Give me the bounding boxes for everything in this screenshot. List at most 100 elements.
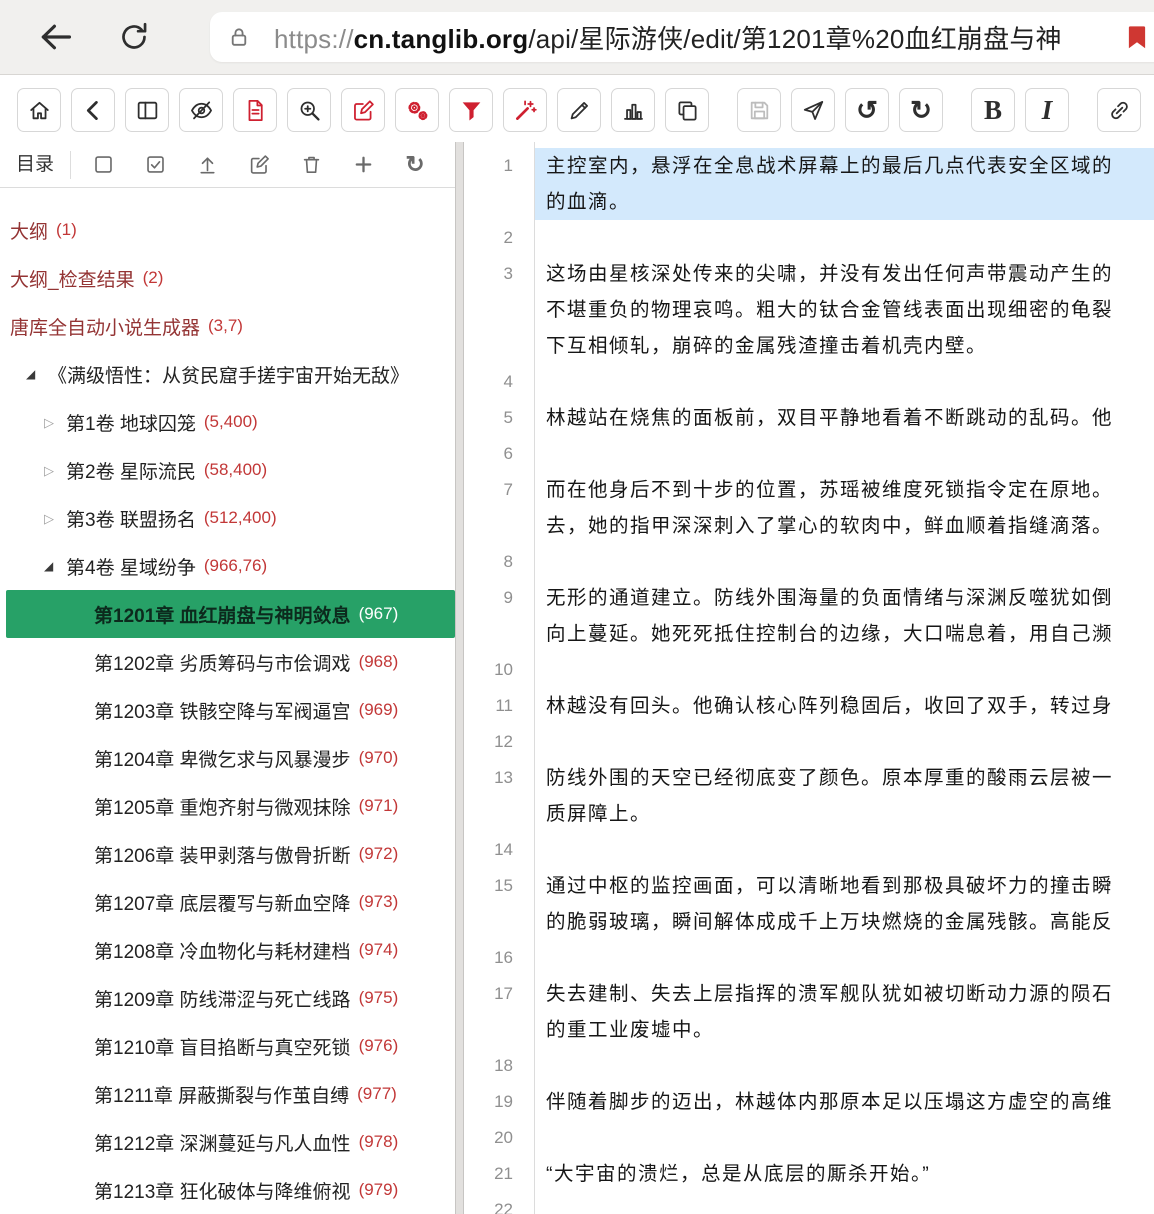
expand-icon[interactable]: ▷ bbox=[44, 464, 66, 477]
redo-button[interactable]: ↻ bbox=[899, 88, 943, 132]
collapse-icon[interactable]: ◢ bbox=[44, 560, 66, 572]
tree-item[interactable]: ▷第1卷 地球囚笼(5,400) bbox=[0, 398, 455, 446]
tree-item-count: (974) bbox=[359, 940, 399, 960]
editor-paragraph[interactable]: 4 bbox=[464, 364, 1154, 400]
editor-paragraph[interactable]: 6 bbox=[464, 436, 1154, 472]
add-button[interactable] bbox=[341, 147, 385, 183]
italic-button[interactable]: I bbox=[1025, 88, 1069, 132]
paragraph-text bbox=[534, 1048, 1154, 1084]
text-line: 防线外围的天空已经彻底变了颜色。原本厚重的酸雨云层被一 bbox=[534, 760, 1154, 796]
editor-paragraph[interactable]: 5林越站在烧焦的面板前，双目平静地看着不断跳动的乱码。他 bbox=[464, 400, 1154, 436]
extension-icon[interactable] bbox=[1122, 22, 1152, 52]
rename-button[interactable] bbox=[237, 147, 281, 183]
editor-paragraph[interactable]: 21“大宇宙的溃烂，总是从底层的厮杀开始。” bbox=[464, 1156, 1154, 1192]
paragraph-text bbox=[534, 652, 1154, 688]
text-line bbox=[534, 832, 1154, 868]
magic-button[interactable] bbox=[503, 88, 547, 132]
undo-button[interactable]: ↺ bbox=[845, 88, 889, 132]
editor-paragraph[interactable]: 10 bbox=[464, 652, 1154, 688]
multi-select-button[interactable] bbox=[133, 147, 177, 183]
home-button[interactable] bbox=[17, 88, 61, 132]
editor-paragraph[interactable]: 15通过中枢的监控画面，可以清晰地看到那极具破坏力的撞击瞬的脆弱玻璃，瞬间解体成… bbox=[464, 868, 1154, 940]
tree-item[interactable]: 第1207章 底层覆写与新血空降(973) bbox=[0, 878, 455, 926]
browser-back-button[interactable] bbox=[34, 15, 78, 59]
refresh-button[interactable]: ↻ bbox=[393, 147, 437, 183]
editor-paragraph[interactable]: 13防线外围的天空已经彻底变了颜色。原本厚重的酸雨云层被一质屏障上。 bbox=[464, 760, 1154, 832]
tree-item[interactable]: 第1211章 屏蔽撕裂与作茧自缚 (977) bbox=[0, 1070, 455, 1118]
settings-button[interactable] bbox=[395, 88, 439, 132]
editor-paragraph[interactable]: 11林越没有回头。他确认核心阵列稳固后，收回了双手，转过身 bbox=[464, 688, 1154, 724]
browser-reload-button[interactable] bbox=[112, 15, 156, 59]
tree-item[interactable]: ◢《满级悟性：从贫民窟手搓宇宙开始无敌》 bbox=[0, 350, 455, 398]
editor-paragraph[interactable]: 19伴随着脚步的迈出，林越体内那原本足以压塌这方虚空的高维 bbox=[464, 1084, 1154, 1120]
edit-button[interactable] bbox=[341, 88, 385, 132]
editor-paragraph[interactable]: 8 bbox=[464, 544, 1154, 580]
tree-item[interactable]: 唐库全自动小说生成器(3,7) bbox=[0, 302, 455, 350]
undo-icon: ↺ bbox=[856, 97, 878, 123]
link-button[interactable] bbox=[1097, 88, 1141, 132]
bold-button[interactable]: B bbox=[971, 88, 1015, 132]
select-button[interactable] bbox=[81, 147, 125, 183]
tree-item-count: (968) bbox=[359, 652, 399, 672]
pen-button[interactable] bbox=[557, 88, 601, 132]
editor-paragraph[interactable]: 2 bbox=[464, 220, 1154, 256]
editor-paragraph[interactable]: 9无形的通道建立。防线外围海量的负面情绪与深渊反噬犹如倒向上蔓延。她死死抵住控制… bbox=[464, 580, 1154, 652]
text-line bbox=[534, 1048, 1154, 1084]
tree-item[interactable]: 第1203章 铁骸空降与军阀逼宫(969) bbox=[0, 686, 455, 734]
editor-paragraph[interactable]: 12 bbox=[464, 724, 1154, 760]
columns-button[interactable] bbox=[125, 88, 169, 132]
tree-item-label: 第1209章 防线滞涩与死亡线路 bbox=[94, 985, 351, 1012]
tree-item[interactable]: 第1201章 血红崩盘与神明敛息(967) bbox=[6, 590, 455, 638]
filter-button[interactable] bbox=[449, 88, 493, 132]
tree-item[interactable]: 第1204章 卑微乞求与风暴漫步(970) bbox=[0, 734, 455, 782]
editor[interactable]: 1主控室内，悬浮在全息战术屏幕上的最后几点代表安全区域的的血滴。23这场由星核深… bbox=[464, 142, 1154, 1214]
tree-item[interactable]: ▷第3卷 联盟扬名(512,400) bbox=[0, 494, 455, 542]
copy-button[interactable] bbox=[665, 88, 709, 132]
expand-icon[interactable]: ▷ bbox=[44, 512, 66, 525]
tree-item[interactable]: 第1212章 深渊蔓延与凡人血性(978) bbox=[0, 1118, 455, 1166]
tree-item[interactable]: 第1210章 盲目掐断与真空死锁(976) bbox=[0, 1022, 455, 1070]
tree-item[interactable]: 第1208章 冷血物化与耗材建档(974) bbox=[0, 926, 455, 974]
editor-paragraph[interactable]: 18 bbox=[464, 1048, 1154, 1084]
save-button[interactable] bbox=[737, 88, 781, 132]
paragraph-text: “大宇宙的溃烂，总是从底层的厮杀开始。” bbox=[534, 1156, 1154, 1192]
pane-splitter[interactable] bbox=[455, 142, 464, 1214]
text-line: 无形的通道建立。防线外围海量的负面情绪与深渊反噬犹如倒 bbox=[534, 580, 1154, 616]
stats-button[interactable] bbox=[611, 88, 655, 132]
tree-item[interactable]: ◢第4卷 星域纷争(966,76) bbox=[0, 542, 455, 590]
paragraph-text: 失去建制、失去上层指挥的溃军舰队犹如被切断动力源的陨石的重工业废墟中。 bbox=[534, 976, 1154, 1048]
zoom-button[interactable] bbox=[287, 88, 331, 132]
collapse-icon[interactable]: ◢ bbox=[26, 368, 48, 380]
address-bar[interactable]: https://cn.tanglib.org/api/星际游侠/edit/第12… bbox=[210, 12, 1154, 62]
delete-button[interactable] bbox=[289, 147, 333, 183]
tree-item[interactable]: 大纲_检查结果(2) bbox=[0, 254, 455, 302]
document-button[interactable] bbox=[233, 88, 277, 132]
text-line bbox=[534, 364, 1154, 400]
tree-item[interactable]: 第1205章 重炮齐射与微观抹除(971) bbox=[0, 782, 455, 830]
toc-title[interactable]: 目录 bbox=[16, 151, 71, 179]
editor-paragraph[interactable]: 1主控室内，悬浮在全息战术屏幕上的最后几点代表安全区域的的血滴。 bbox=[464, 148, 1154, 220]
tree-item[interactable]: 大纲(1) bbox=[0, 206, 455, 254]
back-button[interactable] bbox=[71, 88, 115, 132]
tree-item[interactable]: 第1202章 劣质筹码与市侩调戏(968) bbox=[0, 638, 455, 686]
editor-paragraph[interactable]: 17失去建制、失去上层指挥的溃军舰队犹如被切断动力源的陨石的重工业废墟中。 bbox=[464, 976, 1154, 1048]
editor-paragraph[interactable]: 7而在他身后不到十步的位置，苏瑶被维度死锁指令定在原地。去，她的指甲深深刺入了掌… bbox=[464, 472, 1154, 544]
tree-item[interactable]: 第1209章 防线滞涩与死亡线路(975) bbox=[0, 974, 455, 1022]
tree-item[interactable]: ▷第2卷 星际流民(58,400) bbox=[0, 446, 455, 494]
editor-paragraph[interactable]: 20 bbox=[464, 1120, 1154, 1156]
hide-preview-button[interactable] bbox=[179, 88, 223, 132]
tree-item-label: 第1201章 血红崩盘与神明敛息 bbox=[94, 601, 351, 628]
send-button[interactable] bbox=[791, 88, 835, 132]
expand-icon[interactable]: ▷ bbox=[44, 416, 66, 429]
editor-paragraph[interactable]: 22 bbox=[464, 1192, 1154, 1214]
tree-item[interactable]: 第1206章 装甲剥落与傲骨折断(972) bbox=[0, 830, 455, 878]
export-button[interactable] bbox=[185, 147, 229, 183]
tree-item[interactable]: 第1213章 狂化破体与降维俯视(979) bbox=[0, 1166, 455, 1214]
editor-paragraph[interactable]: 3这场由星核深处传来的尖啸，并没有发出任何声带震动产生的不堪重负的物理哀鸣。粗大… bbox=[464, 256, 1154, 364]
line-number: 8 bbox=[464, 544, 534, 580]
tree-item-label: 第1211章 屏蔽撕裂与作茧自缚 bbox=[94, 1081, 349, 1108]
toolbar-group: BI bbox=[971, 88, 1069, 132]
editor-paragraph[interactable]: 14 bbox=[464, 832, 1154, 868]
tree-item-count: (977) bbox=[357, 1084, 397, 1104]
editor-paragraph[interactable]: 16 bbox=[464, 940, 1154, 976]
